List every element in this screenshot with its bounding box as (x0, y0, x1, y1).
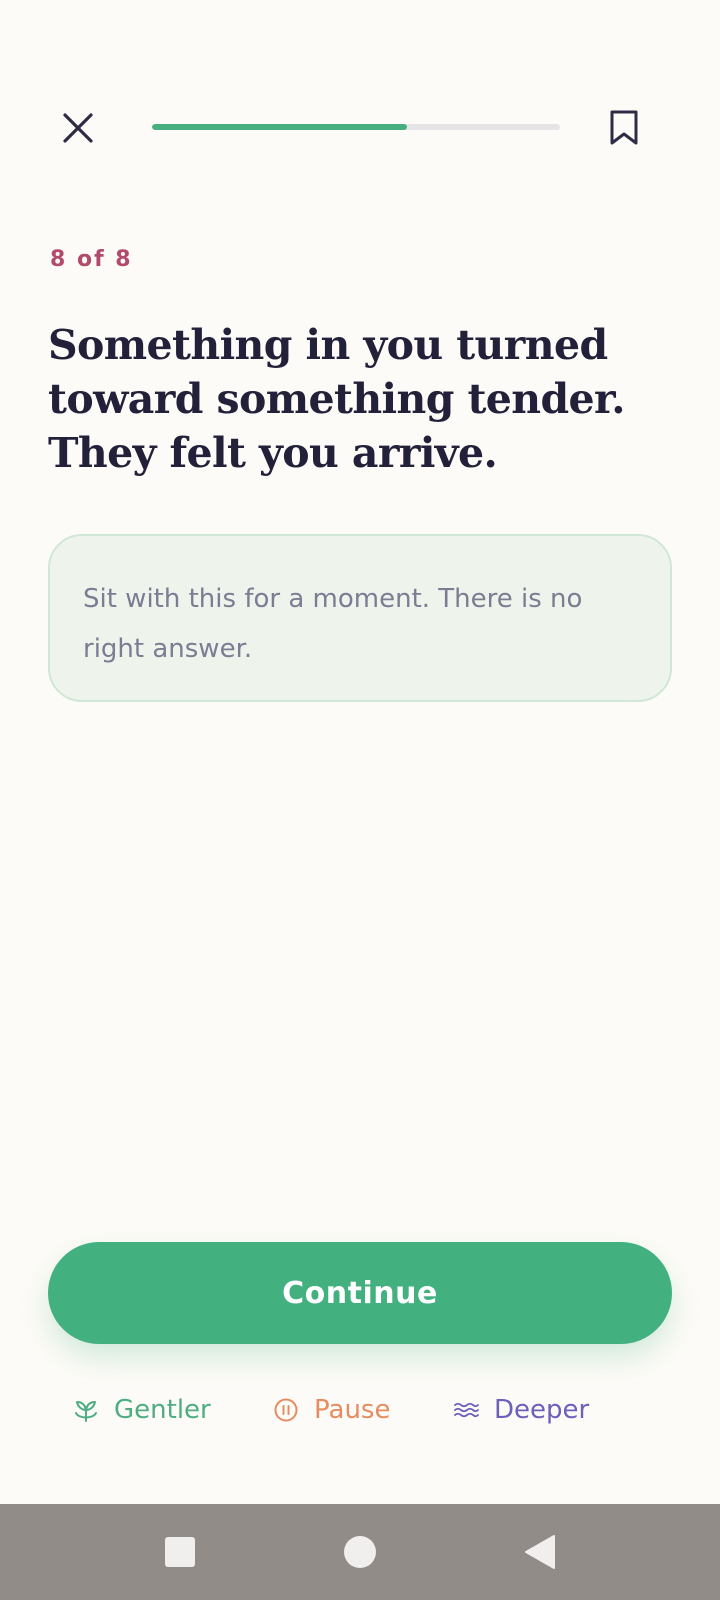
reflection-hint-card: Sit with this for a moment. There is no … (48, 534, 672, 702)
reflection-hint-text: Sit with this for a moment. There is no … (83, 584, 583, 664)
close-icon (63, 113, 93, 143)
pause-circle-icon (272, 1396, 300, 1424)
prompt-line: toward something tender. (48, 375, 626, 423)
triangle-back-icon (525, 1535, 555, 1569)
progress-bar-fill (152, 124, 407, 130)
back-button[interactable] (510, 1522, 570, 1582)
recents-button[interactable] (150, 1522, 210, 1582)
home-button[interactable] (330, 1522, 390, 1582)
sprout-icon (72, 1396, 100, 1424)
deeper-button[interactable]: Deeper (452, 1386, 589, 1434)
step-counter: 8 of 8 (50, 247, 133, 272)
system-navigation-bar (0, 1504, 720, 1600)
gentler-label: Gentler (114, 1395, 211, 1425)
progress-bar (152, 124, 560, 130)
square-icon (165, 1537, 195, 1567)
gentler-button[interactable]: Gentler (72, 1386, 211, 1434)
waves-icon (452, 1396, 480, 1424)
bookmark-button[interactable] (602, 104, 646, 152)
mode-options: Gentler Pause Deeper (0, 1386, 720, 1434)
prompt-line: Something in you turned (48, 321, 608, 369)
prompt-line: They felt you arrive. (48, 429, 498, 477)
pause-button[interactable]: Pause (272, 1386, 390, 1434)
prompt-title: Something in you turned toward something… (48, 318, 688, 480)
circle-icon (344, 1536, 376, 1568)
pause-label: Pause (314, 1395, 391, 1425)
bookmark-icon (610, 110, 638, 145)
continue-button[interactable]: Continue (48, 1242, 672, 1344)
status-bar (0, 0, 720, 52)
deeper-label: Deeper (494, 1395, 590, 1425)
reflection-screen: 8 of 8 Something in you turned toward so… (0, 0, 720, 1600)
top-bar (0, 100, 720, 156)
close-button[interactable] (56, 106, 100, 150)
